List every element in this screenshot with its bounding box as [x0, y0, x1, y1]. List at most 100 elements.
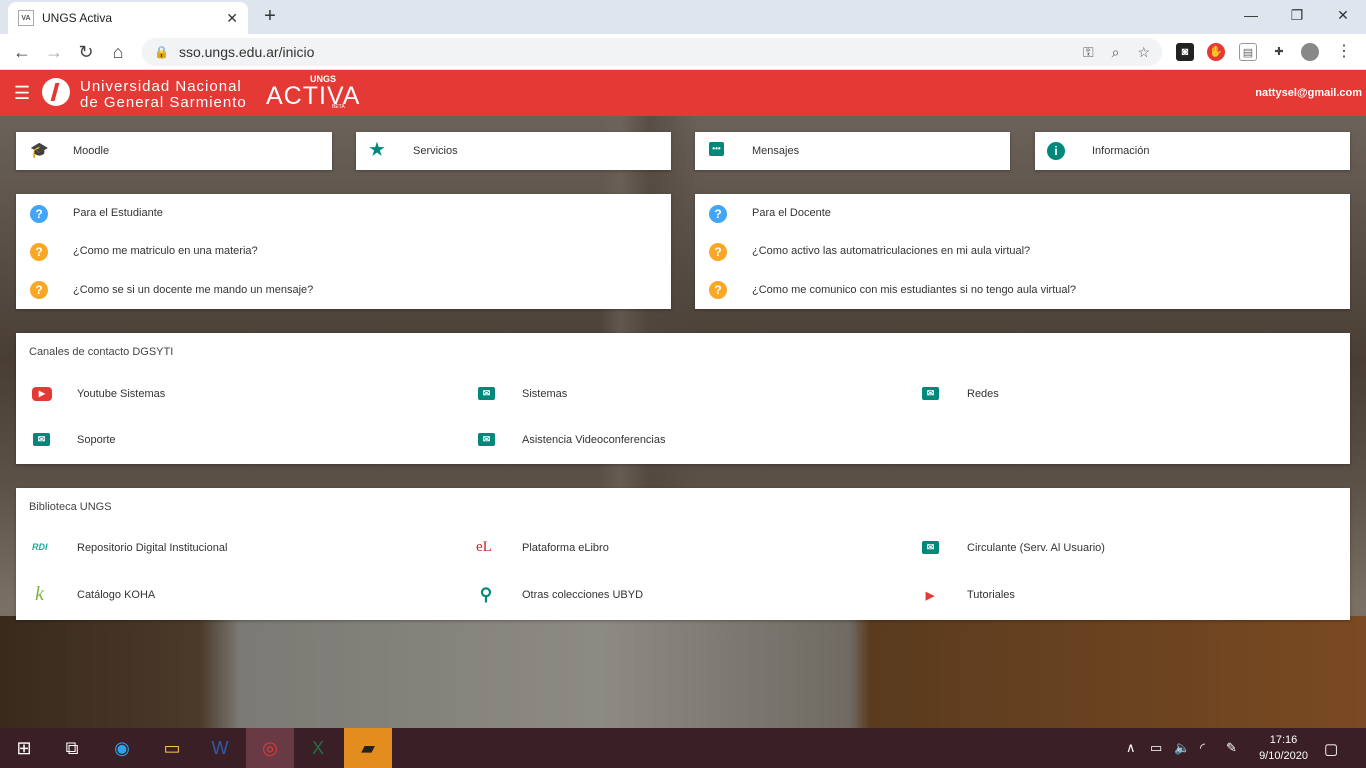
tray-chevron-icon[interactable]: ∧ [1126, 740, 1136, 756]
university-name-line2: de General Sarmiento [80, 94, 247, 111]
hamburger-menu-icon[interactable]: ☰ [14, 84, 30, 102]
contact-youtube[interactable]: Youtube Sistemas [77, 388, 165, 400]
contact-title: Canales de contacto DGSYTI [29, 346, 174, 358]
faq-teacher-card: ? Para el Docente ? ¿Como activo las aut… [695, 194, 1350, 309]
rdi-icon: RDI [32, 542, 48, 552]
informacion-label: Información [1092, 145, 1150, 157]
faq-student-item-2[interactable]: ¿Como se si un docente me mando un mensa… [73, 284, 313, 296]
contact-soporte[interactable]: Soporte [77, 434, 116, 446]
background-floor [0, 616, 1366, 728]
extension-lock-icon[interactable]: ◙ [1176, 43, 1194, 61]
faq-teacher-title[interactable]: Para el Docente [752, 207, 831, 219]
tab-title: UNGS Activa [42, 11, 113, 25]
word-icon[interactable]: W [196, 728, 244, 768]
university-name-line1: Universidad Nacional [80, 78, 242, 95]
new-tab-button[interactable]: + [258, 4, 282, 28]
sticky-notes-icon[interactable]: ▰ [344, 728, 392, 768]
ungs-logo-text: UNGS [310, 74, 337, 84]
battery-icon[interactable]: ▭ [1150, 740, 1162, 756]
mensajes-label: Mensajes [752, 145, 800, 157]
reload-icon[interactable]: ↻ [74, 40, 98, 64]
beta-label: BETA [332, 104, 345, 110]
minimize-button[interactable]: — [1228, 4, 1274, 28]
edge-icon[interactable]: ◉ [98, 728, 146, 768]
library-elibro[interactable]: Plataforma eLibro [522, 542, 609, 554]
extensions-puzzle-icon[interactable]: ✚ [1270, 43, 1288, 61]
question-icon: ? [30, 281, 48, 299]
profile-avatar[interactable] [1301, 43, 1319, 61]
library-ubyd[interactable]: Otras colecciones UBYD [522, 589, 643, 601]
file-explorer-icon[interactable]: ▭ [148, 728, 196, 768]
volume-icon[interactable]: 🔈 [1174, 740, 1190, 756]
contact-redes[interactable]: Redes [967, 388, 999, 400]
mail-icon: ✉ [922, 541, 939, 554]
help-icon: ? [709, 205, 727, 223]
question-icon: ? [30, 243, 48, 261]
servicios-card[interactable]: ★ Servicios [356, 132, 671, 170]
extension-stop-icon[interactable]: ✋ [1207, 43, 1225, 61]
faq-teacher-item-2[interactable]: ¿Como me comunico con mis estudiantes si… [752, 284, 1076, 296]
youtube-icon: ▶ [32, 387, 52, 401]
graduation-cap-icon: 🎓 [30, 142, 49, 159]
play-icon: ▶ [925, 590, 935, 602]
close-window-button[interactable]: ✕ [1320, 4, 1366, 28]
home-icon[interactable]: ⌂ [106, 40, 130, 64]
library-circulante[interactable]: Circulante (Serv. Al Usuario) [967, 542, 1105, 554]
question-icon: ? [709, 243, 727, 261]
mail-icon: ✉ [33, 433, 50, 446]
address-bar-row: ← → ↻ ⌂ 🔒 sso.ungs.edu.ar/inicio ⚿ ⌕ ☆ ◙… [0, 34, 1366, 70]
mail-icon: ✉ [478, 387, 495, 400]
info-icon: i [1047, 142, 1065, 160]
star-icon: ★ [369, 140, 385, 159]
date-text: 9/10/2020 [1259, 750, 1308, 762]
close-tab-icon[interactable]: ✕ [226, 10, 238, 27]
library-tutoriales[interactable]: Tutoriales [967, 589, 1015, 601]
moodle-label: Moodle [73, 145, 110, 157]
forward-arrow-icon[interactable]: → [42, 40, 66, 64]
windows-start-icon[interactable]: ⊞ [0, 728, 48, 768]
site-header: ☰ Universidad Nacional de General Sarmie… [0, 70, 1366, 116]
library-koha[interactable]: Catálogo KOHA [77, 589, 155, 601]
contact-videoconferencias[interactable]: Asistencia Videoconferencias [522, 434, 666, 446]
omnibox[interactable]: 🔒 sso.ungs.edu.ar/inicio ⚿ ⌕ ☆ [142, 38, 1162, 66]
mail-icon: ✉ [478, 433, 495, 446]
url-text[interactable]: sso.ungs.edu.ar/inicio [179, 44, 1065, 60]
activa-logo-text: ACTIVA [266, 82, 361, 110]
excel-icon[interactable]: X [294, 728, 342, 768]
library-rdi[interactable]: Repositorio Digital Institucional [77, 542, 227, 554]
help-icon: ? [30, 205, 48, 223]
back-arrow-icon[interactable]: ← [10, 40, 34, 64]
informacion-card[interactable]: i Información [1035, 132, 1350, 170]
moodle-card[interactable]: 🎓 Moodle [16, 132, 332, 170]
zoom-icon[interactable]: ⌕ [1112, 44, 1120, 61]
time-text: 17:16 [1269, 734, 1298, 746]
elibro-icon: eL [476, 539, 492, 555]
task-view-icon[interactable]: ⧉ [48, 728, 96, 768]
menu-dots-icon[interactable]: ⋮ [1335, 43, 1353, 61]
wifi-icon[interactable]: ◜ [1200, 740, 1205, 756]
faq-teacher-item-1[interactable]: ¿Como activo las automatriculaciones en … [752, 245, 1030, 257]
library-title: Biblioteca UNGS [29, 501, 112, 513]
key-icon[interactable]: ⚿ [1083, 44, 1094, 61]
ungs-logo[interactable] [42, 78, 70, 106]
contact-sistemas[interactable]: Sistemas [522, 388, 567, 400]
restore-button[interactable]: ❐ [1274, 4, 1320, 28]
extension-doc-icon[interactable]: ▤ [1239, 43, 1257, 61]
taskbar: ⊞ ⧉ ◉ ▭ W ◎ X ▰ ∧ ▭ 🔈 ◜ ✎ 17:16 9/10/202… [0, 728, 1366, 768]
pen-icon[interactable]: ✎ [1226, 740, 1237, 756]
bookmark-star-icon[interactable]: ☆ [1137, 44, 1150, 61]
faq-student-title[interactable]: Para el Estudiante [73, 207, 163, 219]
faq-student-item-1[interactable]: ¿Como me matriculo en una materia? [73, 245, 258, 257]
mensajes-card[interactable]: ••• Mensajes [695, 132, 1010, 170]
library-card: Biblioteca UNGS RDI Repositorio Digital … [16, 488, 1350, 620]
chat-icon: ••• [709, 142, 724, 156]
koha-icon: k [35, 583, 44, 605]
favicon-icon: VA [18, 10, 34, 26]
chrome-icon[interactable]: ◎ [246, 728, 294, 768]
browser-tab[interactable]: VA UNGS Activa ✕ [8, 2, 248, 34]
search-icon: ⚲ [479, 585, 493, 604]
notifications-icon[interactable]: ▢ [1324, 740, 1338, 758]
clock[interactable]: 17:16 9/10/2020 [1259, 732, 1308, 764]
user-email[interactable]: nattysel@gmail.com [1255, 87, 1362, 99]
servicios-label: Servicios [413, 145, 458, 157]
